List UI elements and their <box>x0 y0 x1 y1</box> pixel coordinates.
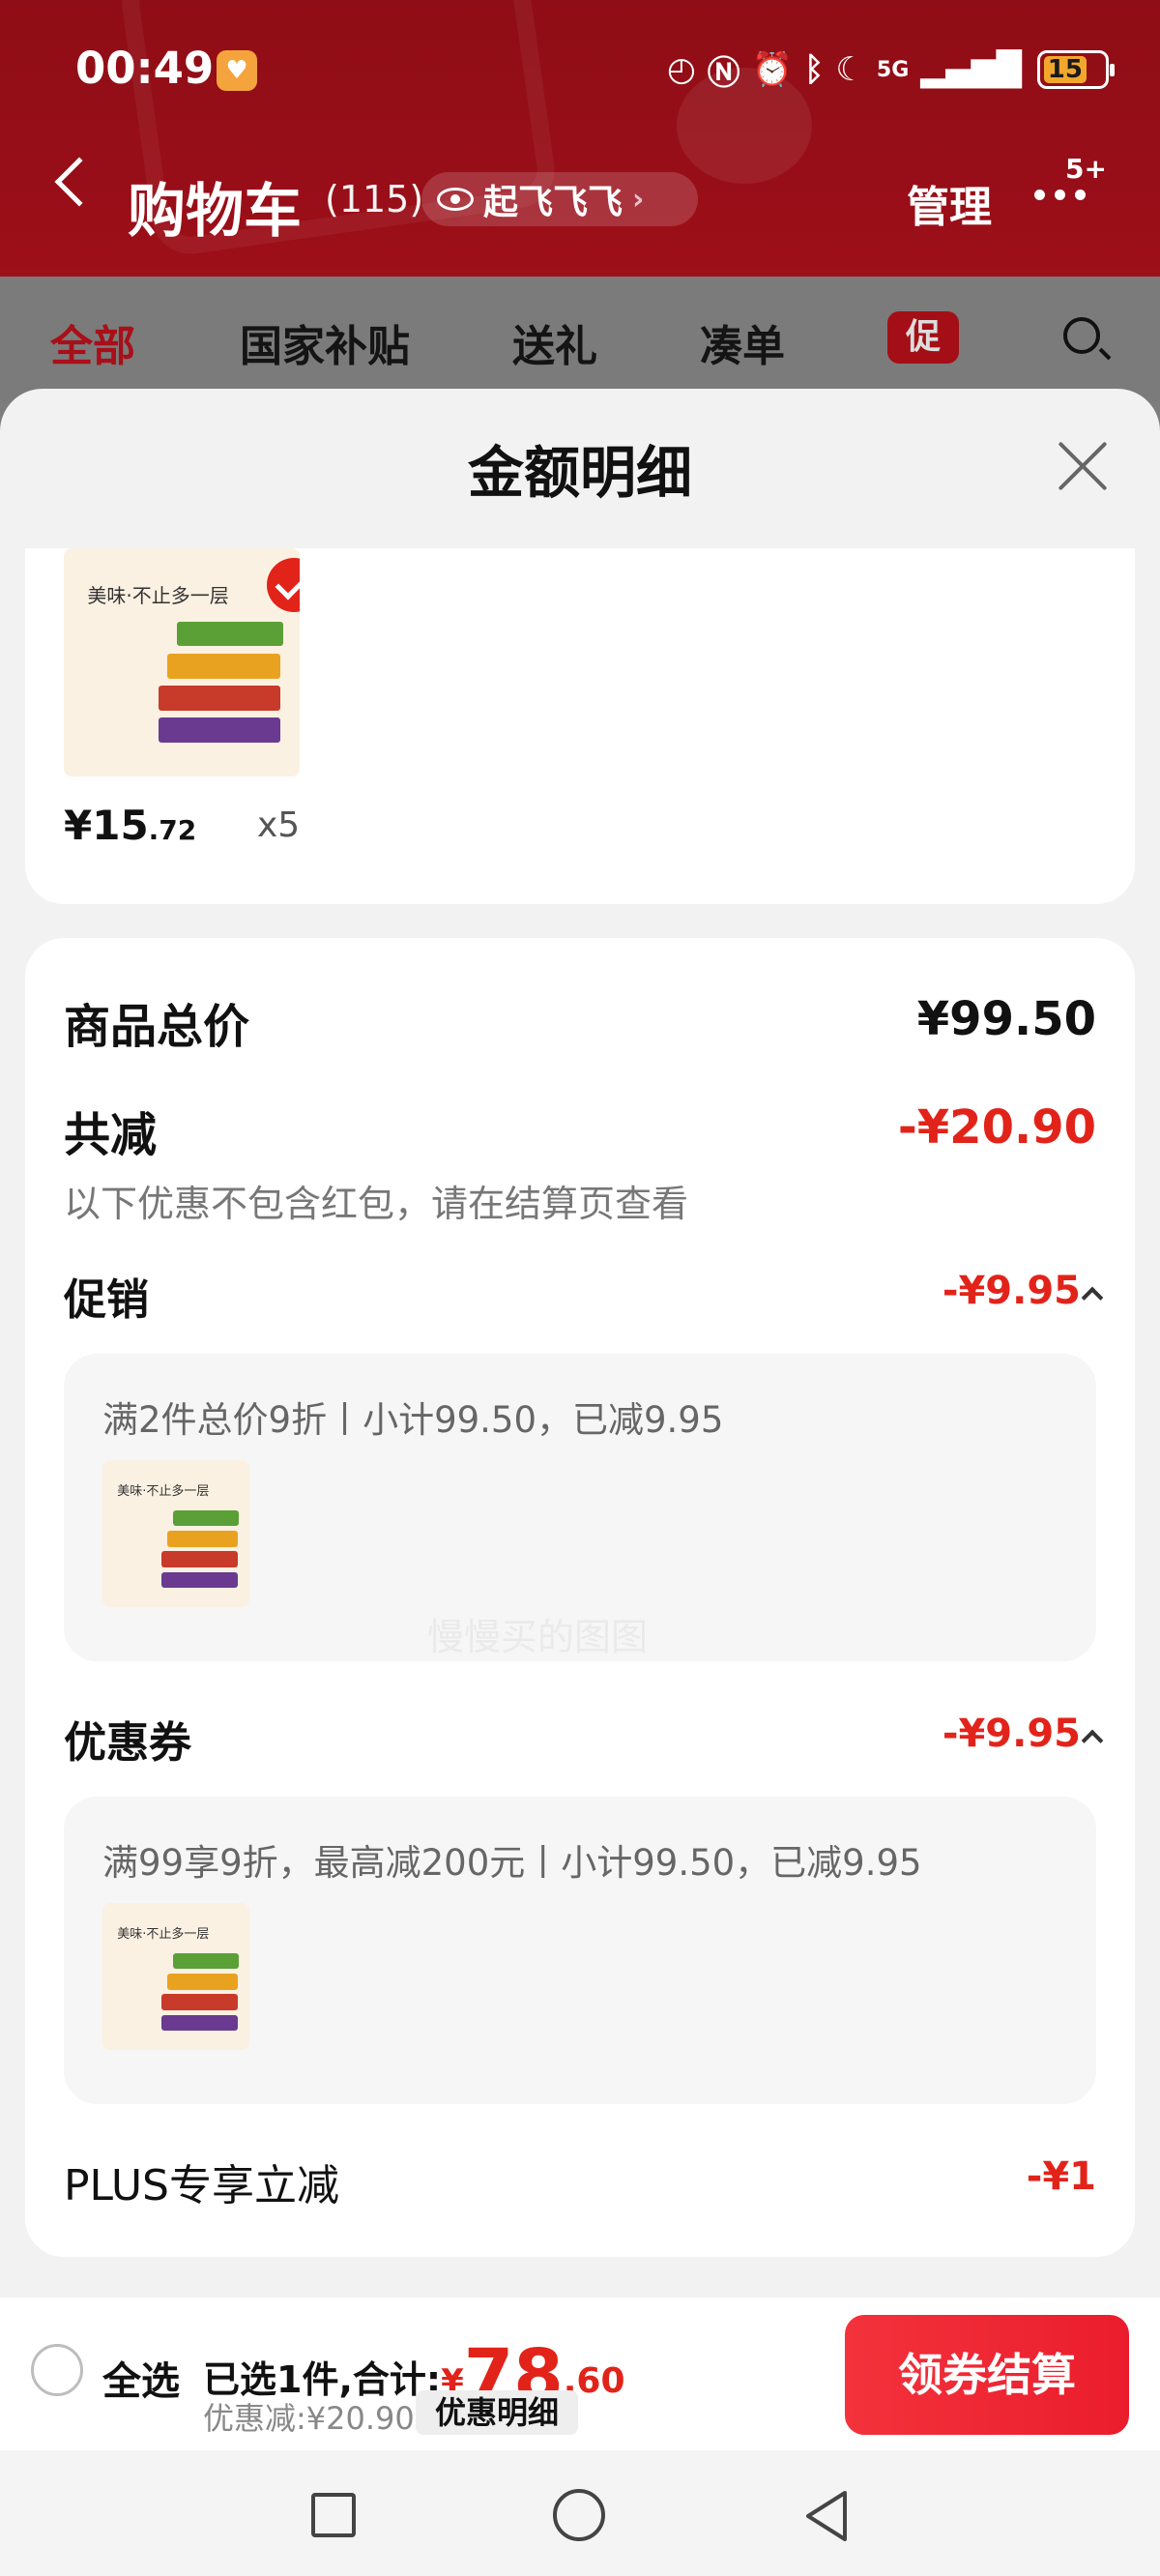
promo-product-image: 美味·不止多一层 <box>102 1460 249 1607</box>
reduce-value: -¥20.90 <box>897 1100 1096 1155</box>
eye-icon <box>437 188 474 211</box>
product-card: 美味·不止多一层 ¥15.72 x5 <box>25 548 1135 904</box>
system-nav-bar <box>0 2450 1160 2576</box>
coupon-detail-box: 满99享9折，最高减200元丨小计99.50，已减9.95 美味·不止多一层 <box>64 1797 1096 2104</box>
total-value: ¥99.50 <box>916 992 1096 1046</box>
status-icons: ◴ Ⓝ ⏰ ᛒ ☾ 5G ▂▄▆█ 15 <box>667 44 1115 95</box>
product-image[interactable]: 美味·不止多一层 <box>64 548 300 776</box>
product-quantity: x5 <box>257 805 301 845</box>
status-time: 00:49 <box>75 43 215 94</box>
tab-bundle[interactable]: 凑单 <box>700 311 785 373</box>
promo-detail-text: 满2件总价9折丨小计99.50，已减9.95 <box>102 1399 724 1441</box>
tab-subsidy[interactable]: 国家补贴 <box>240 311 410 373</box>
notification-icon: ♥ <box>217 50 257 91</box>
cart-tabs: 全部 国家补贴 送礼 凑单 <box>0 277 1160 402</box>
signal-icon: ▂▄▆█ <box>920 50 1022 89</box>
cart-header: 00:49 ♥ ◴ Ⓝ ⏰ ᛒ ☾ 5G ▂▄▆█ 15 购物车 (115) 起… <box>0 0 1160 277</box>
checkout-button[interactable]: 领券结算 <box>845 2315 1129 2435</box>
manage-button[interactable]: 管理 <box>907 172 992 234</box>
plus-label: PLUS专享立减 <box>64 2161 339 2210</box>
battery-level: 15 <box>1043 56 1087 83</box>
chevron-up-icon[interactable] <box>1081 1286 1104 1309</box>
page-title: 购物车 <box>128 178 302 246</box>
chevron-right-icon: › <box>632 182 645 217</box>
tab-gift[interactable]: 送礼 <box>512 311 597 373</box>
back-icon[interactable] <box>54 157 104 207</box>
coupon-product-image: 美味·不止多一层 <box>102 1903 249 2050</box>
recent-apps-icon[interactable] <box>311 2493 356 2537</box>
alarm-icon: ⏰ <box>751 50 794 89</box>
cart-count: (115) <box>325 178 424 220</box>
chevron-up-icon[interactable] <box>1081 1729 1104 1752</box>
product-price: ¥15.72 <box>64 802 197 849</box>
bluetooth-icon: ᛒ <box>804 50 825 89</box>
sheet-title: 金额明细 <box>467 440 692 506</box>
speed-icon: ◴ <box>667 50 696 89</box>
coupon-value[interactable]: -¥9.95 <box>942 1712 1081 1756</box>
pill-text: 起飞飞飞 <box>483 183 624 222</box>
battery-icon: 15 <box>1036 50 1115 89</box>
close-icon[interactable] <box>1056 439 1110 493</box>
promo-label[interactable]: 促销 <box>64 1265 149 1327</box>
product-image-title: 美味·不止多一层 <box>87 584 229 608</box>
tab-all[interactable]: 全部 <box>50 311 135 373</box>
coupon-detail-text: 满99享9折，最高减200元丨小计99.50，已减9.95 <box>102 1842 922 1884</box>
discount-detail-button[interactable]: 优惠明细 <box>416 2390 578 2435</box>
selected-check-icon <box>267 558 300 612</box>
reduce-label: 共减 <box>64 1108 158 1162</box>
more-badge: 5+ <box>1065 153 1107 185</box>
amount-detail-sheet: 金额明细 美味·不止多一层 ¥15.72 x5 商品总价 ¥99.50 共减 -… <box>0 389 1160 2576</box>
total-label: 商品总价 <box>64 1000 250 1054</box>
coupon-label[interactable]: 优惠券 <box>64 1708 191 1770</box>
more-icon[interactable] <box>1034 190 1086 200</box>
network-label: 5G <box>876 57 910 82</box>
follow-pill[interactable]: 起飞飞飞 › <box>421 172 698 226</box>
watermark: 慢慢买的图图 <box>427 1616 649 1658</box>
discount-note: 以下优惠不包含红包，请在结算页查看 <box>64 1183 689 1225</box>
search-icon[interactable] <box>1063 317 1100 354</box>
nfc-icon: Ⓝ <box>707 53 740 93</box>
moon-icon: ☾ <box>835 50 865 89</box>
select-all-radio[interactable] <box>31 2344 83 2396</box>
home-icon[interactable] <box>553 2489 605 2541</box>
promo-value[interactable]: -¥9.95 <box>942 1269 1081 1313</box>
select-all-label[interactable]: 全选 <box>102 2350 180 2406</box>
plus-value: -¥1 <box>1026 2154 1096 2199</box>
price-summary-card: 商品总价 ¥99.50 共减 -¥20.90 以下优惠不包含红包，请在结算页查看… <box>25 938 1135 2257</box>
checkout-bar: 全选 已选1件,合计:¥78.60 优惠减:¥20.90 优惠明细 领券结算 <box>0 2298 1160 2450</box>
tab-promo[interactable]: 促 <box>887 311 959 364</box>
discount-total: 优惠减:¥20.90 <box>203 2400 415 2437</box>
